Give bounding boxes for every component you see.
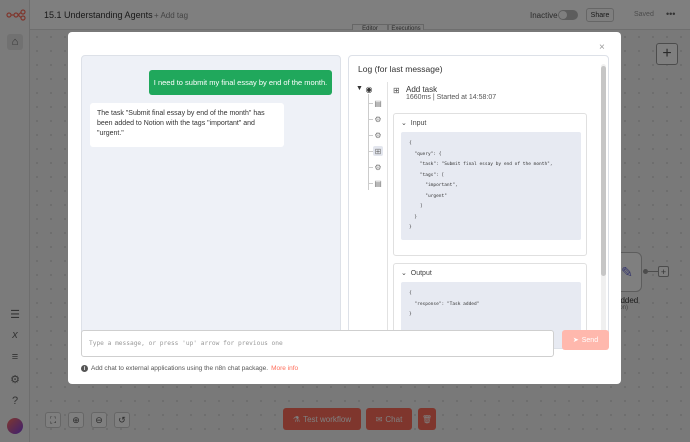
input-label: Input [410,120,427,127]
chat-messages-panel[interactable]: I need to submit my final essay by end o… [81,55,341,349]
input-json: { "query": { "task": "Submit final essay… [401,132,581,240]
task-meta: 1660ms | Started at 14:58:07 [406,94,497,101]
footer-text: Add chat to external applications using … [91,365,269,372]
more-info-link[interactable]: More info [271,365,298,372]
output-label: Output [410,270,432,277]
task-name: Add task [406,85,438,94]
tool-icon[interactable]: ⊞ [373,146,383,156]
database-icon[interactable]: ▤ [373,178,383,188]
log-scrollbar[interactable] [601,64,606,346]
agent-icon[interactable]: ◉ [364,84,374,94]
send-label: Send [581,336,599,344]
gear-icon[interactable]: ⚙ [373,130,383,140]
input-card: ⌄ Input { "query": { "task": "Submit fin… [393,113,587,256]
gear-icon[interactable]: ⚙ [373,162,383,172]
send-icon: ➤ [572,337,579,344]
chevron-down-icon[interactable]: ▼ [356,85,363,92]
input-header[interactable]: ⌄ Input [401,119,426,127]
tool-icon: ⊞ [393,86,400,95]
panel-divider [387,82,388,348]
chevron-down-icon: ⌄ [401,120,407,127]
user-message: I need to submit my final essay by end o… [149,70,332,95]
execution-tree: ▼ ◉ ▤ ⚙ ⚙ ⊞ ⚙ ▤ [355,82,383,212]
log-title: Log (for last message) [358,64,443,74]
chat-modal: × I need to submit my final essay by end… [68,32,621,384]
footer-note: i Add chat to external applications usin… [81,365,298,372]
close-icon[interactable]: × [599,42,605,53]
send-button[interactable]: ➤ Send [562,330,609,350]
info-icon: i [81,365,88,372]
chat-input[interactable]: Type a message, or press 'up' arrow for … [81,330,554,357]
bot-message: The task "Submit final essay by end of t… [90,103,284,147]
scroll-thumb[interactable] [601,66,606,276]
chevron-down-icon: ⌄ [401,270,407,277]
database-icon[interactable]: ▤ [373,98,383,108]
gear-icon[interactable]: ⚙ [373,114,383,124]
log-panel: Log (for last message) ▼ ◉ ▤ ⚙ ⚙ ⊞ ⚙ ▤ ⊞… [348,55,609,349]
output-header[interactable]: ⌄ Output [401,269,432,277]
tree-line [368,94,369,190]
